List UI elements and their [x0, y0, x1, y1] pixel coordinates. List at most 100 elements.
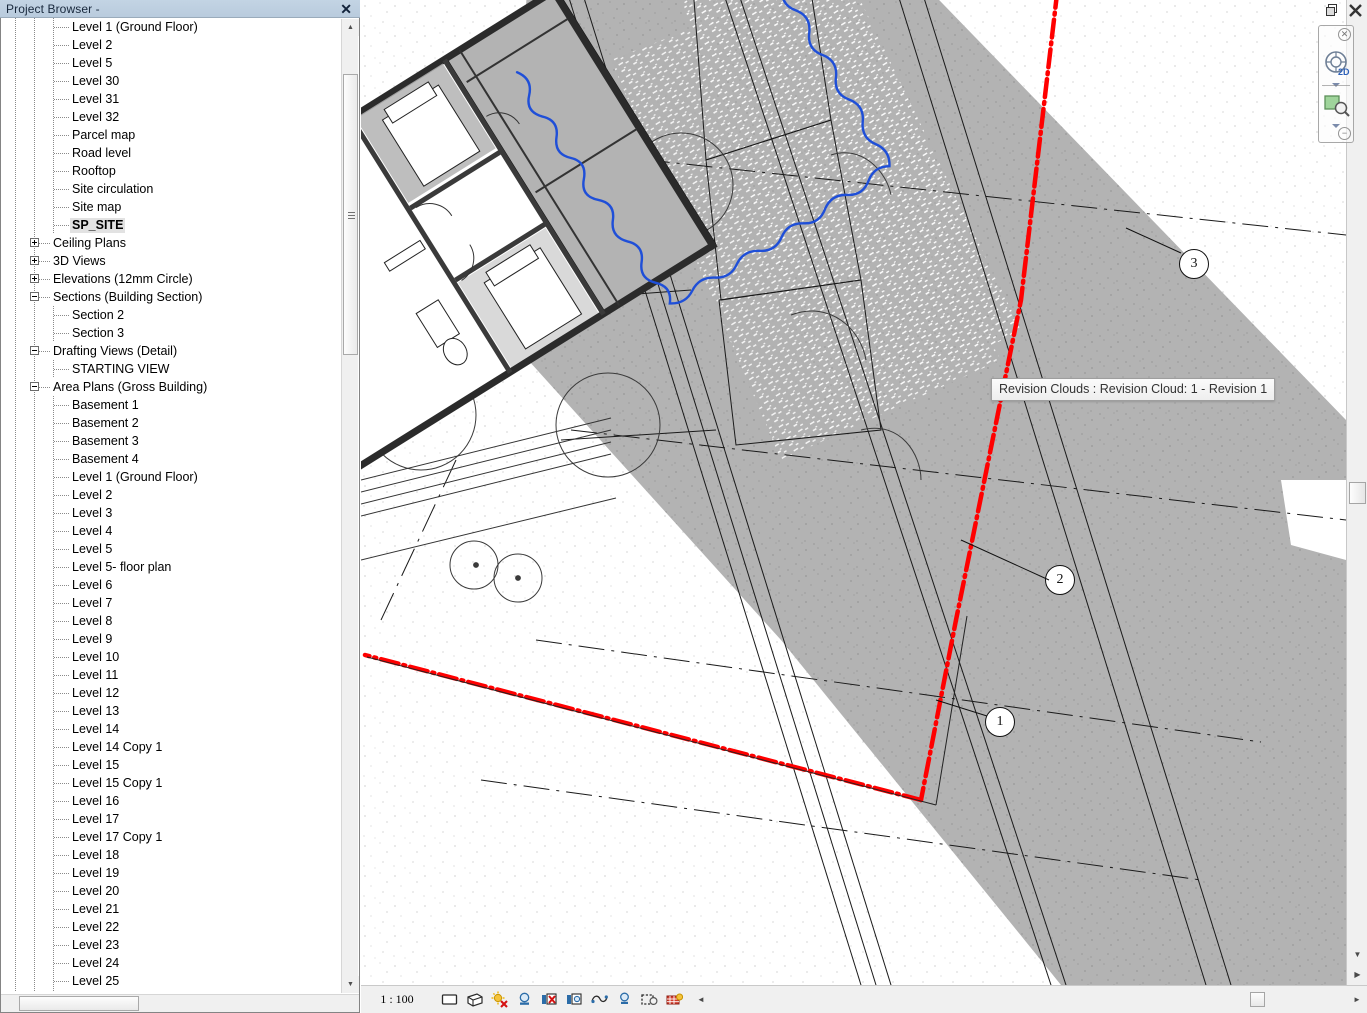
tree-item[interactable]: Level 2 — [1, 36, 334, 54]
minimize-icon[interactable]: − — [1338, 127, 1351, 140]
close-icon[interactable]: ✕ — [1338, 28, 1351, 41]
tree-item[interactable]: Road level — [1, 144, 334, 162]
tree-item[interactable]: Area Plans (Gross Building) — [1, 378, 334, 396]
tree-item[interactable]: Level 22 — [1, 918, 334, 936]
tree-item[interactable]: Level 5- floor plan — [1, 558, 334, 576]
tree-item[interactable]: Level 3 — [1, 504, 334, 522]
revision-tag[interactable]: 3 — [1179, 249, 1209, 279]
tree-item[interactable]: Level 20 — [1, 882, 334, 900]
revision-tag[interactable]: 2 — [1045, 565, 1075, 595]
tree-item[interactable]: 3D Views — [1, 252, 334, 270]
shadows-off-icon[interactable] — [516, 991, 533, 1008]
project-browser-horizontal-scrollbar[interactable] — [1, 994, 359, 1012]
tree-item[interactable]: Rooftop — [1, 162, 334, 180]
tree-item[interactable]: Parcel map — [1, 126, 334, 144]
canvas-vertical-scrollbar[interactable]: ▼ ▶ — [1346, 0, 1367, 985]
tree-item[interactable]: Sections (Building Section) — [1, 288, 334, 306]
tree-item[interactable]: Section 2 — [1, 306, 334, 324]
tree-item[interactable]: Level 10 — [1, 648, 334, 666]
zoom-region-icon[interactable] — [1319, 90, 1355, 122]
canvas-horizontal-scrollbar[interactable]: ► — [717, 990, 1367, 1009]
unlocked-3d-view-icon[interactable] — [591, 991, 608, 1008]
tree-item[interactable]: Level 15 — [1, 756, 334, 774]
temporary-hide-isolate-icon[interactable] — [641, 991, 658, 1008]
navigation-bar[interactable]: ✕ 2D − — [1318, 25, 1354, 143]
canvas-horizontal-scroll-thumb[interactable] — [1250, 992, 1265, 1007]
revision-tag[interactable]: 1 — [985, 707, 1015, 737]
tree-item[interactable]: Level 12 — [1, 684, 334, 702]
sun-path-off-icon[interactable] — [491, 991, 508, 1008]
tree-item[interactable]: Level 1 (Ground Floor) — [1, 18, 334, 36]
tree-item[interactable]: Level 11 — [1, 666, 334, 684]
detail-level-coarse-icon[interactable] — [441, 991, 458, 1008]
tree-item[interactable]: Level 19 — [1, 864, 334, 882]
view-control-bar[interactable]: 1 : 100 — [361, 985, 1367, 1013]
tree-item[interactable]: Site circulation — [1, 180, 334, 198]
tree-item[interactable]: Level 16 — [1, 792, 334, 810]
steering-wheel-2d-icon[interactable]: 2D — [1319, 46, 1355, 82]
tree-collapse-icon[interactable] — [30, 382, 39, 391]
tree-item[interactable]: Basement 4 — [1, 450, 334, 468]
tree-item[interactable]: Level 7 — [1, 594, 334, 612]
tree-item[interactable]: Basement 3 — [1, 432, 334, 450]
tree-item[interactable]: Drafting Views (Detail) — [1, 342, 334, 360]
tree-item[interactable]: Level 14 — [1, 720, 334, 738]
show-crop-region-icon[interactable] — [616, 991, 633, 1008]
tree-item[interactable]: Level 1 (Ground Floor) — [1, 468, 334, 486]
tree-item[interactable]: Level 8 — [1, 612, 334, 630]
tree-item[interactable]: Level 13 — [1, 702, 334, 720]
tree-collapse-icon[interactable] — [30, 292, 39, 301]
close-icon[interactable]: ✕ — [340, 1, 352, 17]
tree-item[interactable]: Level 31 — [1, 90, 334, 108]
status-scroll-right-arrow-icon[interactable]: ► — [1351, 995, 1363, 1004]
view-window-controls[interactable] — [1325, 3, 1363, 18]
tree-collapse-icon[interactable] — [30, 346, 39, 355]
drawing-canvas-area[interactable]: 3 2 1 Revision Clouds : Revision Cloud: … — [361, 0, 1367, 1013]
reveal-hidden-elements-icon[interactable] — [666, 991, 683, 1008]
tree-item[interactable]: Level 6 — [1, 576, 334, 594]
tree-item[interactable]: Level 9 — [1, 630, 334, 648]
canvas-scroll-down-arrow-icon[interactable]: ▼ — [1347, 946, 1367, 963]
crop-view-off-icon[interactable] — [566, 991, 583, 1008]
tree-item[interactable]: Elevations (12mm Circle) — [1, 270, 334, 288]
tree-item[interactable]: Basement 1 — [1, 396, 334, 414]
tree-item[interactable]: Ceiling Plans — [1, 234, 334, 252]
tree-item[interactable]: Level 18 — [1, 846, 334, 864]
tree-item[interactable]: Level 17 Copy 1 — [1, 828, 334, 846]
tree-expand-icon[interactable] — [30, 256, 39, 265]
tree-item[interactable]: Level 14 Copy 1 — [1, 738, 334, 756]
tree-item[interactable]: Level 32 — [1, 108, 334, 126]
canvas-vertical-scroll-thumb[interactable] — [1349, 482, 1366, 504]
horizontal-scroll-thumb[interactable] — [19, 996, 139, 1011]
tree-item[interactable]: Level 23 — [1, 936, 334, 954]
project-browser-vertical-scrollbar[interactable]: ▲ ▼ — [341, 19, 358, 993]
tree-expand-icon[interactable] — [30, 274, 39, 283]
tree-item[interactable]: Level 5 — [1, 540, 334, 558]
tree-item[interactable]: SP_SITE — [1, 216, 334, 234]
project-browser-tree-viewport[interactable]: Level 1 (Ground Floor)Level 2Level 5Leve… — [1, 18, 334, 992]
tree-item[interactable]: Level 24 — [1, 954, 334, 972]
tree-item[interactable]: Section 3 — [1, 324, 334, 342]
tree-item[interactable]: Level 15 Copy 1 — [1, 774, 334, 792]
restore-window-icon[interactable] — [1325, 3, 1340, 18]
visual-style-icon[interactable] — [466, 991, 483, 1008]
site-plan-drawing[interactable]: 3 2 1 Revision Clouds : Revision Cloud: … — [361, 0, 1346, 985]
status-scroll-left-arrow-icon[interactable]: ◄ — [695, 995, 707, 1004]
tree-expand-icon[interactable] — [30, 238, 39, 247]
tree-item[interactable]: Level 2 — [1, 486, 334, 504]
tree-item[interactable]: STARTING VIEW — [1, 360, 334, 378]
project-browser-titlebar[interactable]: Project Browser - ✕ — [0, 0, 360, 18]
tree-item[interactable]: Level 4 — [1, 522, 334, 540]
vertical-scroll-thumb[interactable] — [343, 74, 358, 355]
tree-item[interactable]: Site map — [1, 198, 334, 216]
scroll-up-arrow-icon[interactable]: ▲ — [342, 19, 359, 36]
scroll-down-arrow-icon[interactable]: ▼ — [342, 976, 359, 993]
tree-item[interactable]: Level 26 — [1, 990, 334, 992]
render-dialog-icon[interactable] — [541, 991, 558, 1008]
tree-item[interactable]: Level 5 — [1, 54, 334, 72]
tree-item[interactable]: Basement 2 — [1, 414, 334, 432]
canvas-scroll-corner-icon[interactable]: ▶ — [1347, 966, 1367, 983]
zoom-dropdown-icon[interactable] — [1332, 124, 1340, 128]
tree-item[interactable]: Level 30 — [1, 72, 334, 90]
tree-item[interactable]: Level 17 — [1, 810, 334, 828]
